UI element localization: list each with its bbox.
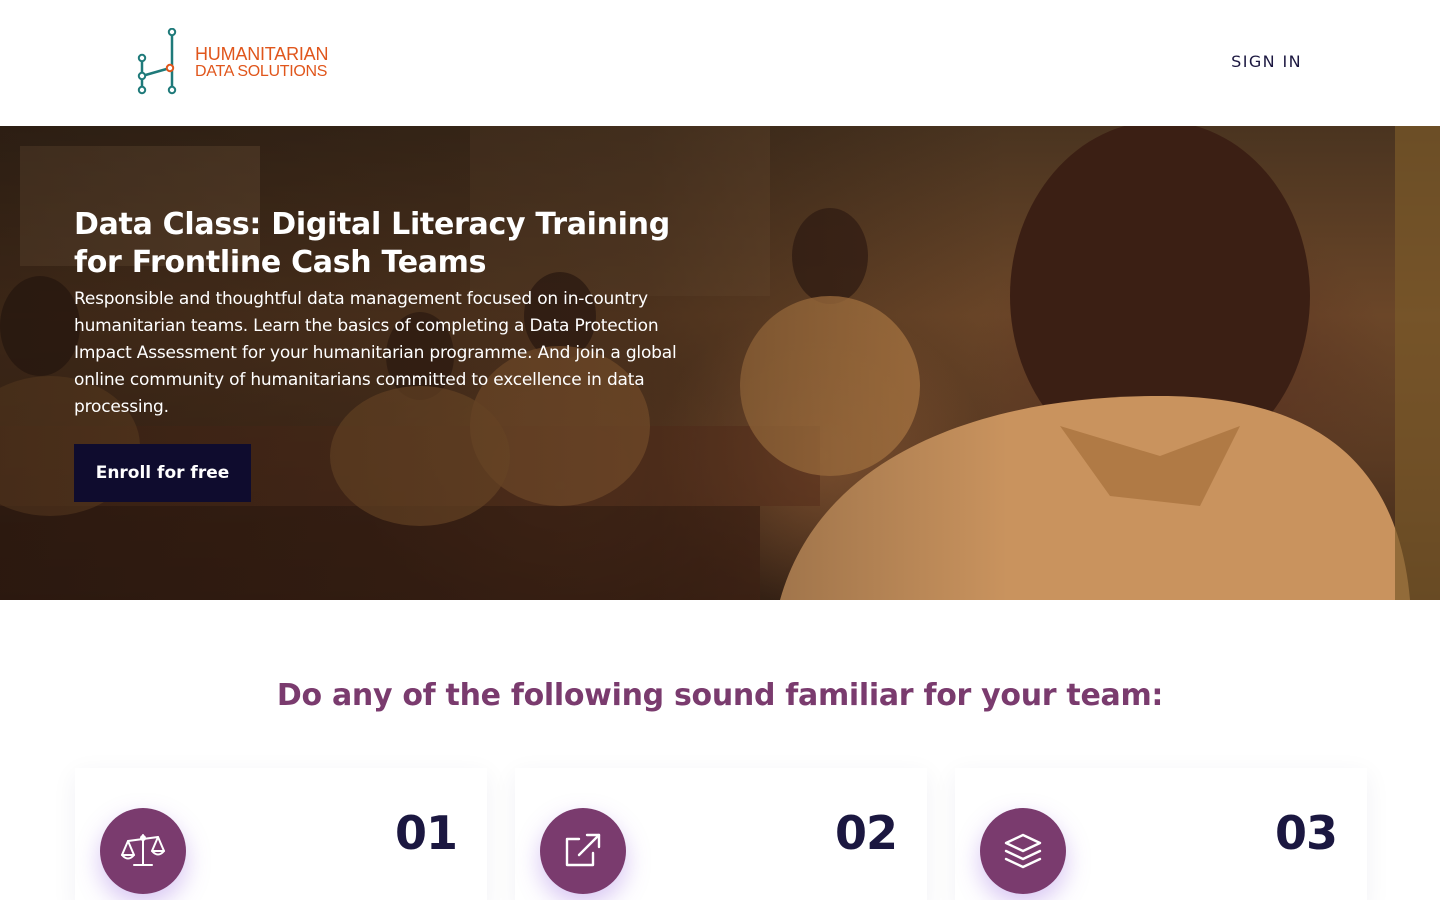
logo-mark-icon bbox=[137, 28, 177, 95]
feature-card-03: 03 bbox=[955, 768, 1367, 900]
feature-card-02: 02 bbox=[515, 768, 927, 900]
feature-number: 03 bbox=[1274, 806, 1338, 860]
logo-line2: DATA SOLUTIONS bbox=[195, 63, 328, 80]
logo-line1: HUMANITARIAN bbox=[195, 44, 329, 64]
logo[interactable]: HUMANITARIAN DATA SOLUTIONS bbox=[137, 28, 347, 96]
enroll-button[interactable]: Enroll for free bbox=[74, 444, 251, 502]
feature-icon-badge bbox=[540, 808, 626, 894]
feature-icon-badge bbox=[100, 808, 186, 894]
site-header: HUMANITARIAN DATA SOLUTIONS SIGN IN bbox=[0, 0, 1440, 126]
hero-content: Data Class: Digital Literacy Training fo… bbox=[74, 206, 714, 421]
external-link-icon bbox=[565, 833, 601, 867]
hero-title: Data Class: Digital Literacy Training fo… bbox=[74, 206, 714, 282]
scale-icon bbox=[121, 834, 165, 866]
feature-number: 01 bbox=[394, 806, 458, 860]
layers-icon bbox=[1004, 833, 1042, 869]
feature-number: 02 bbox=[834, 806, 898, 860]
section-title: Do any of the following sound familiar f… bbox=[276, 678, 1164, 713]
hero-title-line2: for Frontline Cash Teams bbox=[74, 245, 487, 280]
feature-icon-badge bbox=[980, 808, 1066, 894]
hero-description: Responsible and thoughtful data manageme… bbox=[74, 289, 677, 417]
feature-cards: 01 02 03 bbox=[0, 768, 1440, 900]
hero-title-line1: Data Class: Digital Literacy Training bbox=[74, 207, 670, 242]
sign-in-link[interactable]: SIGN IN bbox=[1231, 52, 1302, 71]
feature-card-01: 01 bbox=[75, 768, 487, 900]
logo-text: HUMANITARIAN DATA SOLUTIONS bbox=[195, 44, 329, 80]
hero-banner: Data Class: Digital Literacy Training fo… bbox=[0, 126, 1440, 600]
